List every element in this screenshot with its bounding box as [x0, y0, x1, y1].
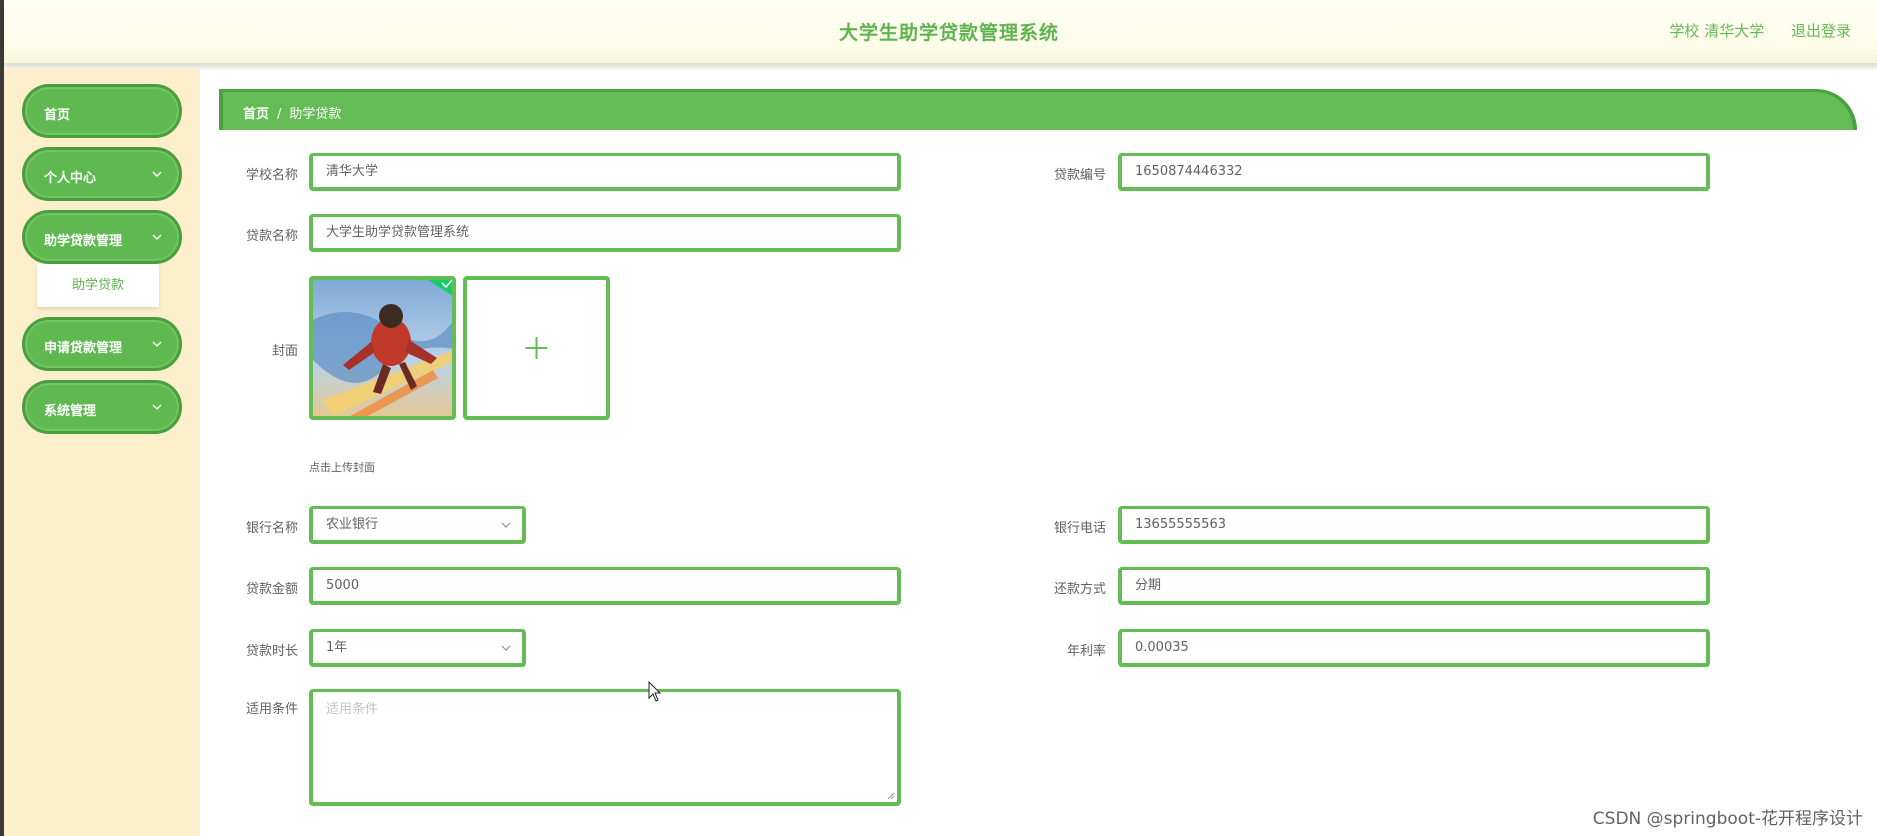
- sidebar-item-label: 助学贷款管理: [44, 234, 123, 249]
- sidebar-item-home[interactable]: 首页: [22, 84, 182, 138]
- loan-amount-label: 贷款金额: [245, 582, 298, 597]
- cover-thumbnail[interactable]: [309, 276, 456, 420]
- annual-rate-field[interactable]: 0.00035: [1118, 629, 1710, 667]
- breadcrumb-separator: /: [277, 107, 282, 122]
- cover-upload-tip: 点击上传封面: [309, 461, 375, 474]
- annual-rate-label: 年利率: [1066, 644, 1106, 659]
- cover-upload-button[interactable]: [463, 276, 610, 420]
- loan-name-field[interactable]: 大学生助学贷款管理系统: [309, 214, 901, 252]
- sidebar-item-label: 个人中心: [44, 171, 97, 186]
- chevron-down-icon: [152, 404, 162, 410]
- breadcrumb: 首页 / 助学贷款: [243, 103, 341, 122]
- sidebar-item-application-management[interactable]: 申请贷款管理: [22, 317, 182, 371]
- loan-amount-field[interactable]: 5000: [309, 567, 901, 605]
- chevron-down-icon: [152, 341, 162, 347]
- check-icon: [428, 280, 452, 296]
- bank-name-select[interactable]: 农业银行: [309, 506, 526, 544]
- plus-icon: [525, 337, 548, 359]
- sidebar-item-personal-center[interactable]: 个人中心: [22, 147, 182, 201]
- logout-link[interactable]: 退出登录: [1791, 22, 1851, 40]
- loan-duration-selected: 1年: [326, 640, 348, 655]
- repay-method-field[interactable]: 分期: [1118, 567, 1710, 605]
- bank-phone-field[interactable]: 13655555563: [1118, 506, 1710, 544]
- conditions-label: 适用条件: [245, 702, 298, 717]
- sidebar-item-loan-management[interactable]: 助学贷款管理: [22, 210, 182, 264]
- mouse-cursor-icon: [648, 681, 662, 702]
- cover-label: 封面: [271, 344, 298, 359]
- loan-no-field[interactable]: 1650874446332: [1118, 153, 1710, 191]
- chevron-down-icon: [152, 171, 162, 177]
- current-user-label: 学校 清华大学: [1669, 22, 1765, 40]
- breadcrumb-bar: 首页 / 助学贷款: [219, 89, 1857, 130]
- loan-duration-select[interactable]: 1年: [309, 629, 526, 667]
- loan-no-label: 贷款编号: [1053, 168, 1106, 183]
- app-title: 大学生助学贷款管理系统: [838, 22, 1059, 44]
- chevron-down-icon: [501, 522, 511, 528]
- chevron-down-icon: [501, 645, 511, 651]
- sidebar-item-label: 申请贷款管理: [44, 341, 123, 356]
- school-name-label: 学校名称: [245, 168, 298, 183]
- sidebar: 首页 个人中心 助学贷款管理 申请贷款管理 系统管理: [4, 69, 200, 836]
- watermark: CSDN @springboot-花开程序设计: [1592, 809, 1863, 829]
- bank-name-label: 银行名称: [245, 521, 298, 536]
- school-name-field[interactable]: 清华大学: [309, 153, 901, 191]
- loan-duration-label: 贷款时长: [245, 644, 298, 659]
- breadcrumb-home[interactable]: 首页: [243, 107, 269, 122]
- sidebar-item-label: 系统管理: [44, 404, 97, 419]
- chevron-down-icon: [152, 234, 162, 240]
- repay-method-label: 还款方式: [1053, 582, 1106, 597]
- cover-image: [313, 280, 452, 416]
- resize-grip-icon[interactable]: [887, 792, 895, 800]
- submenu-item-student-loan[interactable]: 助学贷款: [37, 264, 159, 307]
- conditions-textarea[interactable]: 适用条件: [309, 689, 901, 806]
- conditions-placeholder: 适用条件: [326, 702, 379, 717]
- sidebar-item-label: 首页: [44, 108, 71, 123]
- loan-name-label: 贷款名称: [245, 229, 298, 244]
- sidebar-item-system-management[interactable]: 系统管理: [22, 380, 182, 434]
- top-header: 大学生助学贷款管理系统 学校 清华大学 退出登录: [4, 0, 1877, 66]
- breadcrumb-current: 助学贷款: [289, 107, 342, 122]
- header-user-area: 学校 清华大学 退出登录: [1647, 20, 1851, 41]
- bank-phone-label: 银行电话: [1053, 521, 1106, 536]
- bank-name-selected: 农业银行: [326, 517, 379, 532]
